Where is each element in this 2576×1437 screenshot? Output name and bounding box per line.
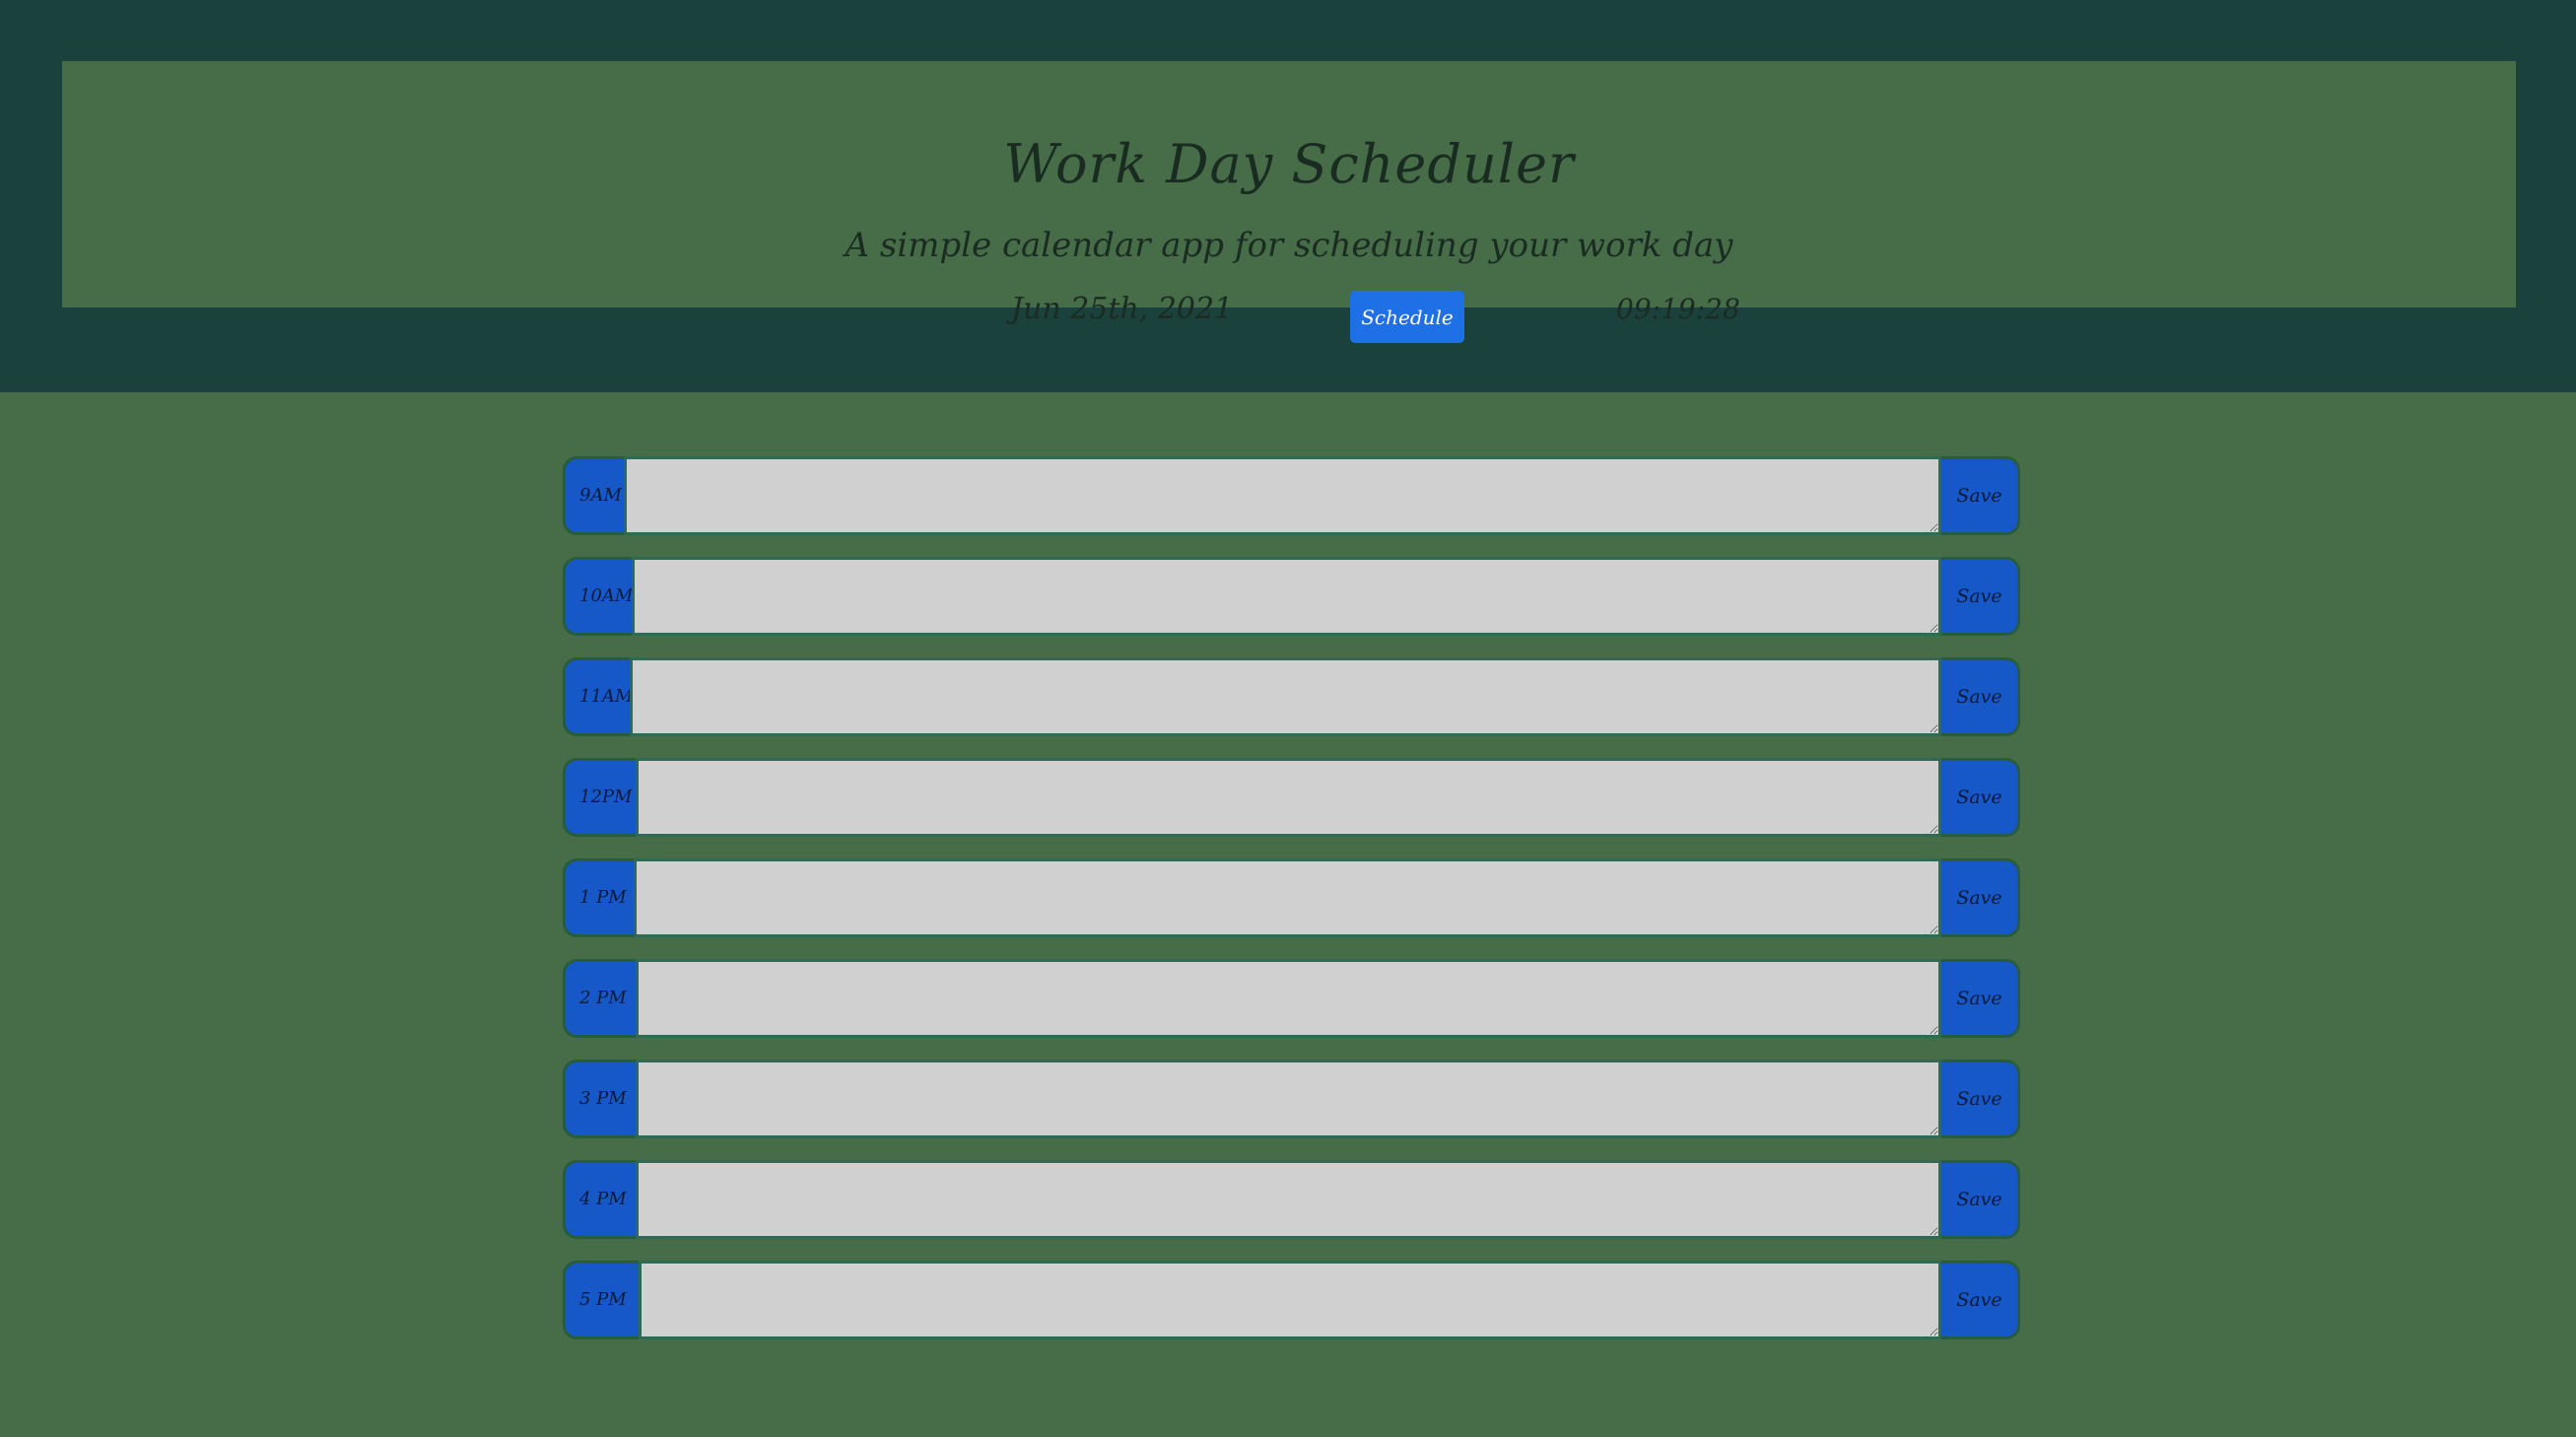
header-band: Work Day Scheduler A simple calendar app… xyxy=(0,0,2576,392)
current-date: Jun 25th, 2021 xyxy=(1011,292,1234,326)
time-block-row: 5 PM Save xyxy=(563,1261,2020,1339)
save-button[interactable]: Save xyxy=(1941,1261,2020,1339)
schedule-button[interactable]: Schedule xyxy=(1350,291,1464,343)
event-textarea[interactable] xyxy=(636,758,1941,837)
event-textarea[interactable] xyxy=(636,1160,1941,1239)
hour-label: 11AM xyxy=(563,657,633,736)
time-block-row: 9AM Save xyxy=(563,456,2020,535)
event-textarea[interactable] xyxy=(636,959,1941,1038)
hour-label: 12PM xyxy=(563,758,639,837)
hour-label: 2 PM xyxy=(563,959,639,1038)
save-button[interactable]: Save xyxy=(1941,858,2020,937)
hour-label: 5 PM xyxy=(563,1261,642,1339)
event-textarea[interactable] xyxy=(639,1261,1941,1339)
event-textarea[interactable] xyxy=(632,557,1941,636)
jumbotron: Work Day Scheduler A simple calendar app… xyxy=(62,61,2516,343)
time-block-row: 10AM Save xyxy=(563,557,2020,636)
save-button[interactable]: Save xyxy=(1941,456,2020,535)
time-block-row: 11AM Save xyxy=(563,657,2020,736)
save-button[interactable]: Save xyxy=(1941,1060,2020,1138)
time-block-row: 4 PM Save xyxy=(563,1160,2020,1239)
event-textarea[interactable] xyxy=(634,858,1941,937)
save-button[interactable]: Save xyxy=(1941,959,2020,1038)
time-block-list: 9AM Save 10AM Save 11AM Save 12PM Save 1… xyxy=(563,456,2020,1361)
save-button[interactable]: Save xyxy=(1941,557,2020,636)
save-button[interactable]: Save xyxy=(1941,657,2020,736)
hour-label: 4 PM xyxy=(563,1160,639,1239)
page: Work Day Scheduler A simple calendar app… xyxy=(0,0,2576,1437)
hour-label: 1 PM xyxy=(563,858,637,937)
event-textarea[interactable] xyxy=(636,1060,1941,1138)
event-textarea[interactable] xyxy=(624,456,1941,535)
time-block-row: 2 PM Save xyxy=(563,959,2020,1038)
page-subtitle: A simple calendar app for scheduling you… xyxy=(845,226,1733,265)
save-button[interactable]: Save xyxy=(1941,758,2020,837)
current-time: 09:19:28 xyxy=(1616,293,1740,325)
page-title: Work Day Scheduler xyxy=(1003,133,1575,195)
time-block-row: 12PM Save xyxy=(563,758,2020,837)
hour-label: 9AM xyxy=(563,456,627,535)
hour-label: 10AM xyxy=(563,557,635,636)
event-textarea[interactable] xyxy=(630,657,1941,736)
save-button[interactable]: Save xyxy=(1941,1160,2020,1239)
time-block-row: 1 PM Save xyxy=(563,858,2020,937)
hour-label: 3 PM xyxy=(563,1060,639,1138)
time-block-row: 3 PM Save xyxy=(563,1060,2020,1138)
